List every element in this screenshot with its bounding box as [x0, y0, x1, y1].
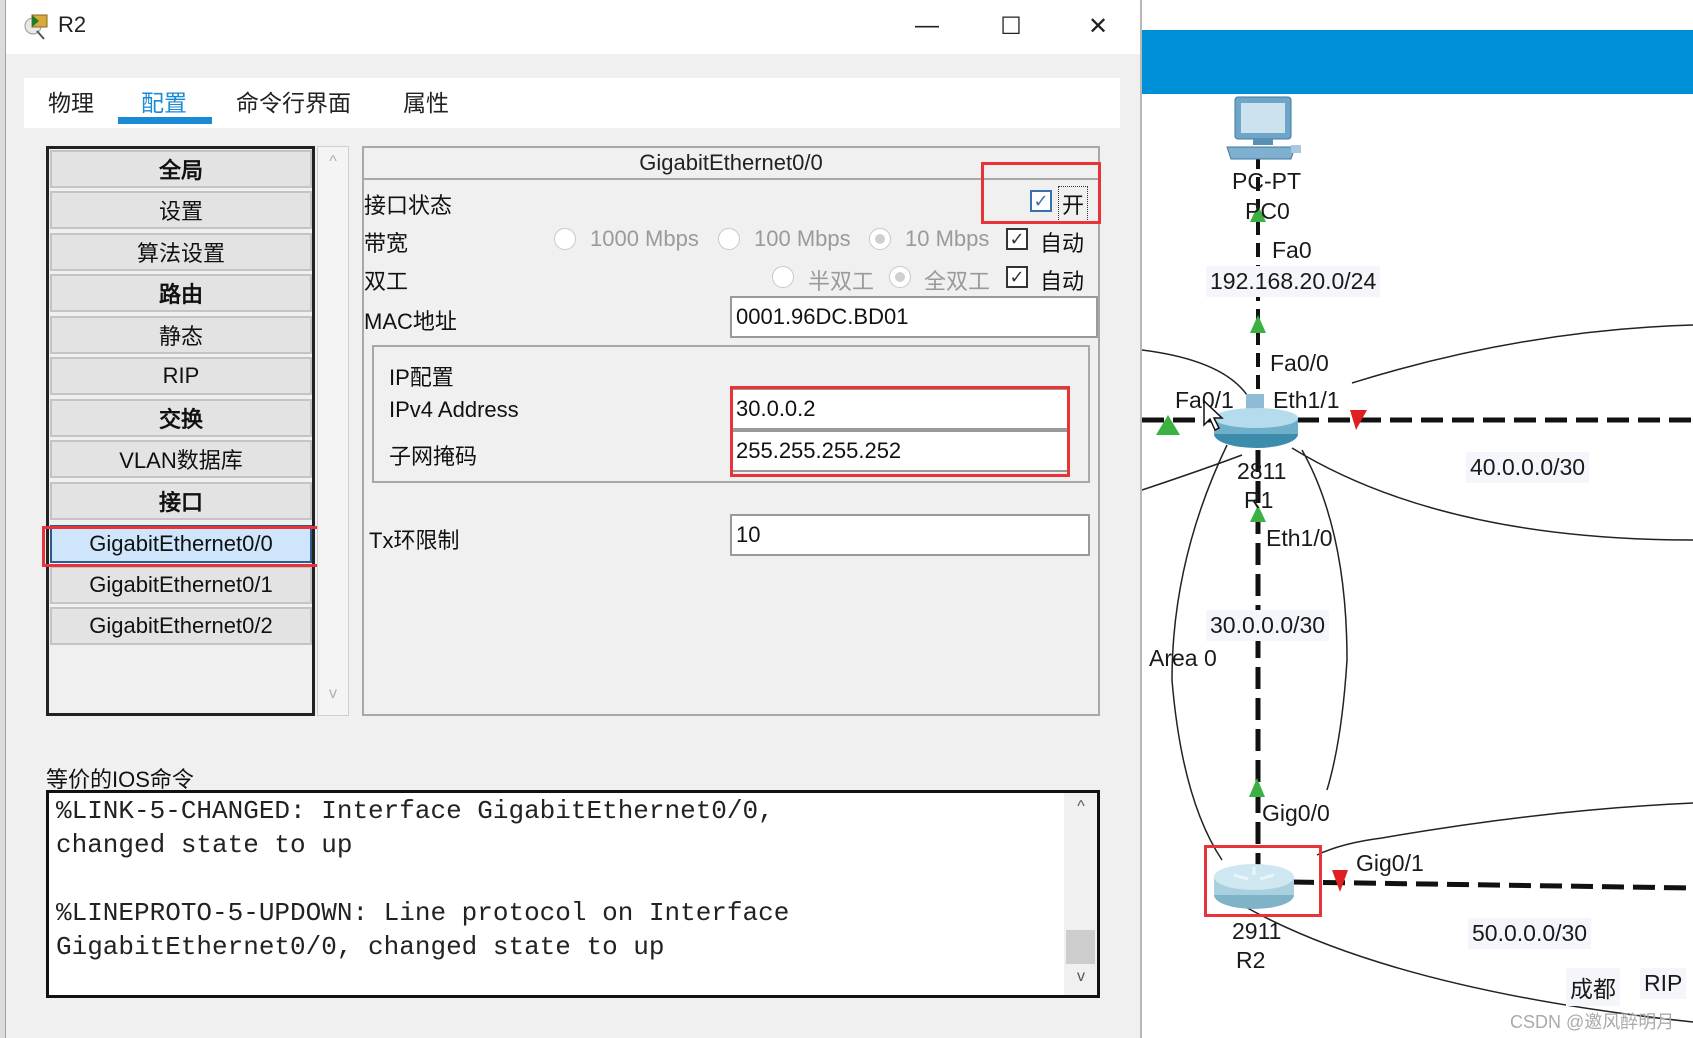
- r1-port-fa0-0: Fa0/0: [1270, 350, 1329, 376]
- close-button[interactable]: ✕: [1068, 8, 1128, 44]
- link-up-indicator: [1249, 778, 1265, 797]
- log-scroll-thumb[interactable]: [1066, 930, 1095, 964]
- maximize-button[interactable]: ☐: [981, 8, 1041, 44]
- pc-port-label: Fa0: [1272, 237, 1312, 263]
- nav-scrollbar[interactable]: ^ v: [317, 146, 349, 716]
- window-left-border: [0, 0, 6, 1038]
- nav-vlan-database[interactable]: VLAN数据库: [50, 440, 312, 478]
- packet-tracer-router-icon: [22, 12, 52, 42]
- log-scroll-down-icon[interactable]: v: [1066, 968, 1096, 986]
- tab-physical[interactable]: 物理: [48, 84, 94, 118]
- duplex-label: 双工: [364, 269, 409, 294]
- duplex-auto-checkbox[interactable]: ✓: [1006, 266, 1028, 288]
- nav-settings[interactable]: 设置: [50, 191, 312, 229]
- log-scroll-up-icon[interactable]: ^: [1066, 798, 1096, 816]
- window-title: R2: [58, 12, 87, 37]
- r2-port-gig0-1: Gig0/1: [1356, 850, 1424, 876]
- link-curve: [1142, 454, 1243, 491]
- r1-port-eth1-0: Eth1/0: [1266, 525, 1333, 551]
- nav-global[interactable]: 全局: [50, 150, 312, 188]
- bandwidth-10-radio[interactable]: [869, 228, 891, 250]
- region-label: 成都: [1566, 968, 1620, 1006]
- tx-ring-limit-label: Tx环限制: [369, 528, 460, 553]
- r2-model-label: 2911: [1232, 918, 1282, 944]
- r1-model-label: 2811: [1237, 458, 1287, 484]
- bandwidth-label: 带宽: [364, 231, 409, 256]
- r1-name-label: R1: [1244, 487, 1274, 513]
- nav-gigabitethernet0-1[interactable]: GigabitEthernet0/1: [50, 566, 312, 604]
- router-r2-icon[interactable]: [1212, 855, 1296, 916]
- ipv4-address-field[interactable]: 30.0.0.2: [730, 388, 1070, 430]
- bandwidth-1000-label: 1000 Mbps: [590, 226, 699, 251]
- tab-config[interactable]: 配置: [141, 84, 187, 118]
- bandwidth-auto-label: 自动: [1040, 231, 1085, 256]
- bandwidth-100-radio[interactable]: [718, 228, 740, 250]
- mouse-cursor-icon: [1203, 399, 1225, 437]
- nav-interface[interactable]: 接口: [50, 482, 312, 520]
- port-status-checkbox[interactable]: ✓: [1030, 190, 1052, 212]
- duplex-half-label: 半双工: [808, 269, 875, 294]
- nav-gigabitethernet0-0[interactable]: GigabitEthernet0/0: [50, 525, 312, 563]
- nav-switching[interactable]: 交换: [50, 399, 312, 437]
- lan-network-label: 192.168.20.0/24: [1206, 266, 1381, 297]
- bandwidth-100-label: 100 Mbps: [754, 226, 851, 251]
- log-scrollbar[interactable]: [1064, 793, 1097, 995]
- watermark: CSDN @邀风醉明月: [1510, 1012, 1675, 1032]
- network-40-label: 40.0.0.0/30: [1466, 452, 1590, 483]
- network-30-label: 30.0.0.0/30: [1206, 610, 1330, 641]
- area-label: Area 0: [1149, 645, 1217, 671]
- nav-algorithm-settings[interactable]: 算法设置: [50, 233, 312, 271]
- port-status-label: 接口状态: [364, 193, 453, 218]
- subnet-mask-label: 子网掩码: [389, 444, 478, 469]
- ipv4-address-label: IPv4 Address: [389, 397, 519, 422]
- protocol-label: RIP: [1640, 968, 1687, 999]
- nav-gigabitethernet0-2[interactable]: GigabitEthernet0/2: [50, 607, 312, 645]
- ip-config-title: IP配置: [389, 365, 454, 390]
- interface-name-header: GigabitEthernet0/0: [364, 148, 1098, 180]
- r2-port-gig0-0: Gig0/0: [1262, 800, 1330, 826]
- minimize-button[interactable]: —: [897, 8, 957, 44]
- tab-attributes[interactable]: 属性: [403, 84, 449, 118]
- title-bar: [0, 0, 1140, 54]
- mac-address-label: MAC地址: [364, 309, 457, 334]
- duplex-half-radio[interactable]: [772, 266, 794, 288]
- duplex-full-label: 全双工: [924, 269, 991, 294]
- link-curve: [1351, 324, 1693, 384]
- tx-ring-limit-field[interactable]: 10: [730, 514, 1090, 556]
- tab-cli[interactable]: 命令行界面: [236, 84, 351, 118]
- link-curve: [1316, 802, 1693, 856]
- duplex-full-radio[interactable]: [889, 266, 911, 288]
- port-status-on-label: 开: [1058, 186, 1089, 222]
- network-50-label: 50.0.0.0/30: [1468, 918, 1592, 949]
- scroll-up-icon[interactable]: ^: [318, 153, 348, 171]
- bandwidth-10-label: 10 Mbps: [905, 226, 990, 251]
- scroll-down-icon[interactable]: v: [318, 685, 348, 703]
- link-up-indicator: [1250, 315, 1266, 333]
- link-r2-gig0-1: [1291, 879, 1693, 891]
- bandwidth-auto-checkbox[interactable]: ✓: [1006, 228, 1028, 250]
- mac-address-field[interactable]: 0001.96DC.BD01: [730, 296, 1098, 338]
- ios-log-text: %LINK-5-CHANGED: Interface GigabitEthern…: [56, 796, 790, 962]
- r1-port-eth1-1: Eth1/1: [1273, 387, 1340, 413]
- nav-static[interactable]: 静态: [50, 316, 312, 354]
- pc-name-label: PC0: [1245, 198, 1290, 224]
- active-tab-indicator: [118, 117, 212, 124]
- nav-rip[interactable]: RIP: [50, 357, 312, 395]
- pc-model-label: PC-PT: [1232, 168, 1301, 194]
- pc-icon[interactable]: [1225, 95, 1305, 170]
- nav-routing[interactable]: 路由: [50, 274, 312, 312]
- bandwidth-1000-radio[interactable]: [554, 228, 576, 250]
- subnet-mask-field[interactable]: 255.255.255.252: [730, 430, 1070, 472]
- r2-name-label: R2: [1236, 947, 1266, 973]
- duplex-auto-label: 自动: [1040, 269, 1085, 294]
